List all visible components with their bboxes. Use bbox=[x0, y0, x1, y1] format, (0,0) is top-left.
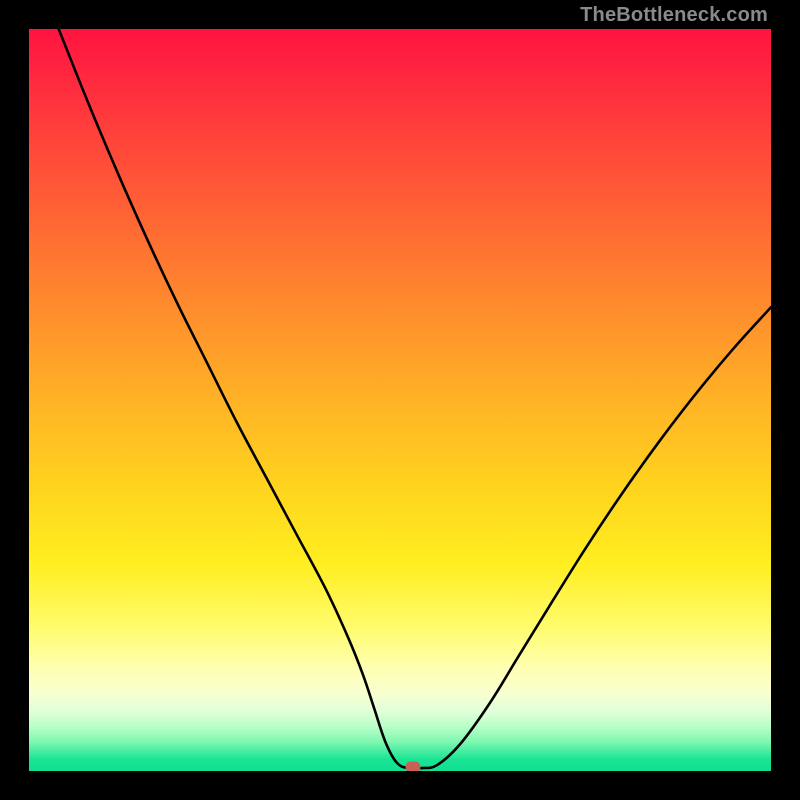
bottleneck-curve bbox=[59, 29, 771, 769]
plot-area bbox=[29, 29, 771, 771]
curve-svg bbox=[29, 29, 771, 771]
chart-frame: TheBottleneck.com bbox=[0, 0, 800, 800]
watermark-text: TheBottleneck.com bbox=[580, 4, 768, 27]
optimal-marker bbox=[406, 762, 421, 771]
